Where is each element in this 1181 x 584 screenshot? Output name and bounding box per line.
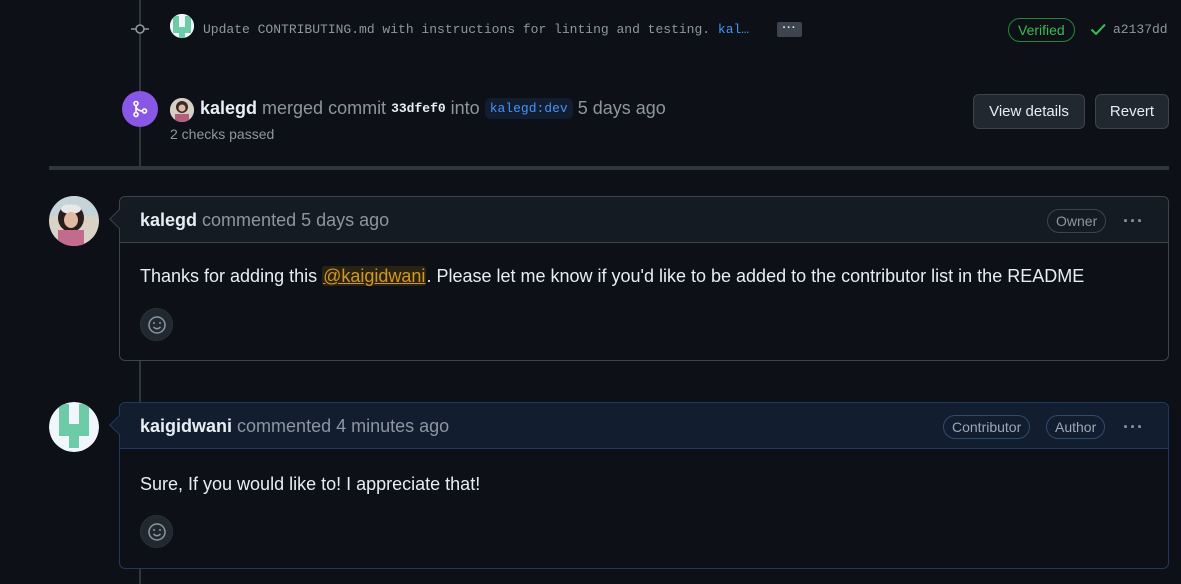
commit-node-icon [131,24,149,34]
comment-kaigidwani: kaigidwani commented 4 minutes ago Contr… [109,402,1169,569]
comment-action: commented [202,210,297,230]
comment-header-text: kalegd commented 5 days ago [140,210,389,231]
comment-author-link[interactable]: kaigidwani [140,416,232,436]
commit-author-avatar[interactable] [170,14,194,38]
contributor-badge: Contributor [943,415,1031,439]
comment-body: Thanks for adding this @kaigidwani. Plea… [140,266,1084,287]
comment-avatar-kalegd[interactable] [49,196,99,246]
view-details-button[interactable]: View details [973,94,1085,129]
add-reaction-button[interactable] [140,515,173,548]
merge-commit-sha-link[interactable]: 33dfef0 [391,101,446,116]
comment-kalegd: kalegd commented 5 days ago Owner ··· Th… [109,196,1169,361]
owner-badge: Owner [1047,209,1107,233]
merge-icon [122,91,158,127]
merge-user-avatar[interactable] [170,98,194,122]
checks-passed-icon[interactable] [1089,20,1107,38]
comment-header: kaigidwani commented 4 minutes ago Contr… [120,403,1168,449]
comment-header-text: kaigidwani commented 4 minutes ago [140,416,449,437]
comment-text-before: Thanks for adding this [140,266,323,286]
checks-status[interactable]: 2 checks passed [170,126,274,142]
smiley-icon [147,315,166,334]
revert-button[interactable]: Revert [1095,94,1169,129]
comment-text-after: . Please let me know if you'd like to be… [426,266,1085,286]
timeline-line-bottom [139,568,141,584]
merge-time[interactable]: 5 days ago [578,98,666,119]
comment-header: kalegd commented 5 days ago Owner ··· [120,197,1168,243]
merge-action-text: merged commit [262,98,387,118]
commit-message[interactable]: Update CONTRIBUTING.md with instructions… [203,22,749,37]
comment-time[interactable]: 5 days ago [301,210,389,230]
comment-author-link[interactable]: kalegd [140,210,197,230]
expand-commit-button[interactable]: ··· [777,22,802,37]
comment-action: commented [237,416,332,436]
commit-message-text[interactable]: Update CONTRIBUTING.md with instructions… [203,22,710,37]
timeline-separator [49,166,1169,170]
comment-time[interactable]: 4 minutes ago [336,416,449,436]
commit-message-link[interactable]: kal… [718,22,749,37]
merge-into-text: into [450,98,480,118]
comment-menu-button[interactable]: ··· [1123,417,1144,438]
branch-label[interactable]: kalegd:dev [484,98,573,119]
comment-avatar-kaigidwani[interactable] [49,402,99,452]
commit-sha-link[interactable]: a2137dd [1113,22,1168,37]
timeline-line-middle [139,361,141,403]
verified-badge[interactable]: Verified [1008,18,1075,42]
smiley-icon [147,522,166,541]
mention-link[interactable]: @kaigidwani [322,266,427,286]
author-badge: Author [1046,415,1106,439]
merge-event-text: kalegd merged commit 33dfef0 into kalegd… [200,98,666,119]
add-reaction-button[interactable] [140,308,173,341]
comment-menu-button[interactable]: ··· [1123,211,1144,232]
commit-row: Update CONTRIBUTING.md with instructions… [0,0,1181,60]
merge-user-link[interactable]: kalegd [200,98,257,119]
comment-body: Sure, If you would like to! I appreciate… [140,474,481,494]
